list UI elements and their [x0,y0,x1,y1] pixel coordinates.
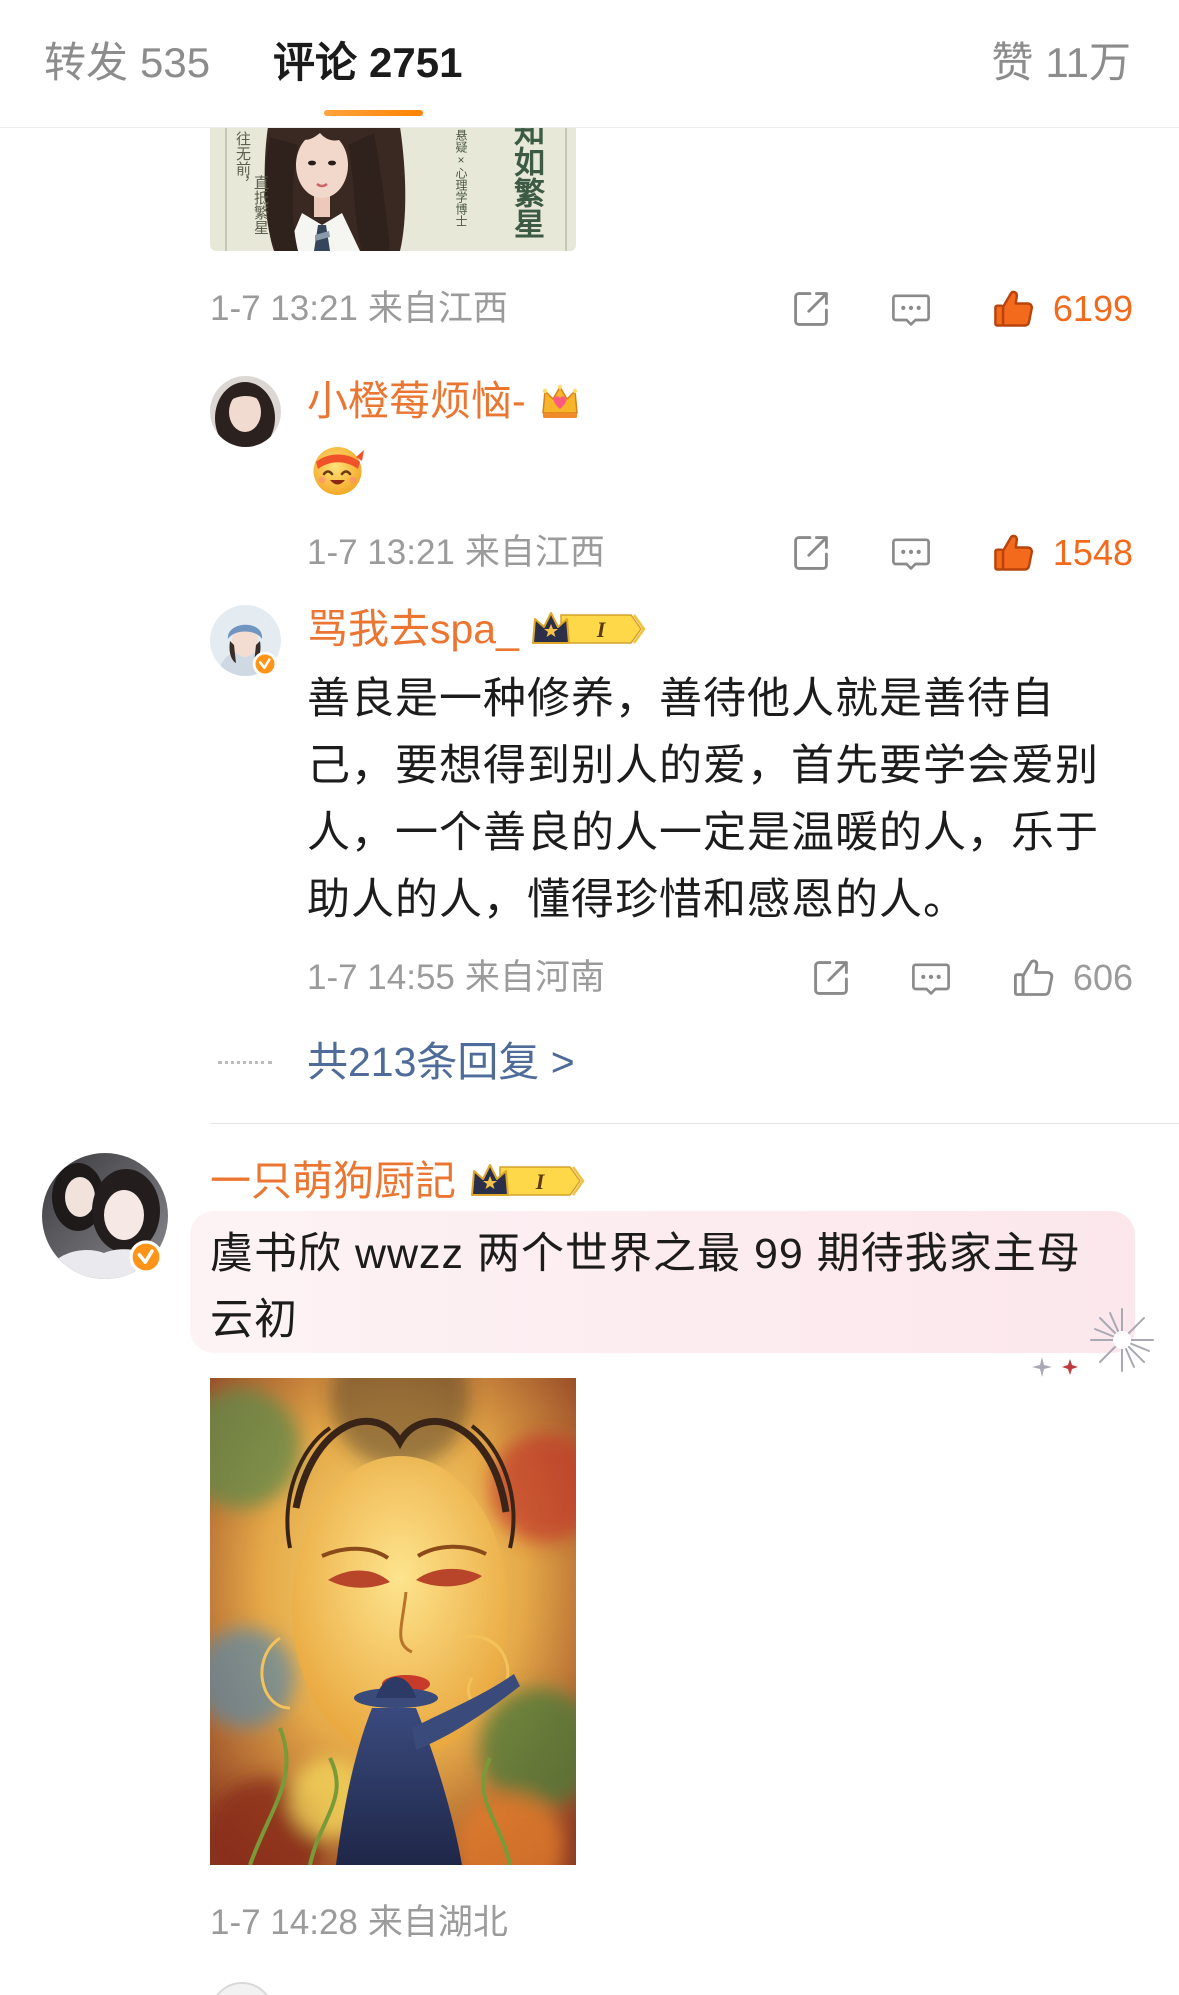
post-actions: 6199 [789,287,1133,331]
thumbs-up-icon [991,531,1035,575]
post-time: 1-7 13:21 [210,289,358,328]
cover-title: 知如繁星 [509,127,544,239]
post-location: 来自江西 [367,289,508,328]
reply-time: 1-7 13:21 [307,533,455,572]
reply-content-line: 善良是一种修养，善待他人就是善待自 [307,675,1055,723]
reply-meta: 1-7 14:55 来自河南 [307,956,605,1000]
reply-content-line: 助人的人，懂得珍惜和感恩的人。 [307,876,967,924]
username[interactable]: 小橙莓烦恼- [307,377,526,425]
comment-icon[interactable] [909,956,953,1000]
tab-comments-label: 评论 [273,39,358,86]
tab-reposts[interactable]: 转发 535 [44,36,210,90]
share-icon[interactable] [809,956,853,1000]
reply-actions: 1548 [789,531,1133,575]
thumbs-up-icon [991,287,1035,331]
cover-tagline-2: 直抵繁星 [252,175,269,235]
verified-badge-icon [252,651,278,677]
reply-meta: 1-7 13:21 来自江西 [307,531,605,575]
comment-icon[interactable] [889,287,933,331]
sparkle-decoration-icon [1032,1308,1154,1377]
comment-tabs-header: 转发 535 评论 2751 赞 11万 [0,0,1179,128]
avatar[interactable] [42,1153,168,1279]
crown-heart-badge[interactable] [538,381,582,421]
tab-likes-label: 赞 [991,39,1034,86]
tab-reposts-count: 535 [140,39,211,86]
next-comment-avatar-edge [210,1982,274,1995]
comment-divider [210,1123,1179,1124]
reply-content-line: 人，一个善良的人一定是温暖的人，乐于 [307,809,1099,857]
thumbs-up-icon [1011,956,1055,1000]
like-button[interactable]: 1548 [991,531,1133,575]
post-meta: 1-7 13:21 来自江西 [210,287,508,331]
reply-dots-divider [218,1061,272,1064]
painting-image[interactable] [210,1378,576,1865]
comment-icon[interactable] [889,531,933,575]
like-count: 6199 [1052,288,1133,329]
like-count: 606 [1072,957,1133,998]
grinning-headband-emoji [313,447,364,495]
reply-location: 来自河南 [464,958,605,997]
comment-content: 虞书欣 wwzz 两个世界之最 99 期待我家主母 云初 [210,1221,1081,1353]
reply-author: 骂我去spa_ I [307,605,648,653]
verified-badge-icon [129,1240,163,1274]
reply-content-line: 己，要想得到别人的爱，首先要学会爱别 [307,742,1099,790]
comment-meta: 1-7 14:28 来自湖北 [210,1901,508,1945]
share-icon[interactable] [789,531,833,575]
comment-location: 来自湖北 [367,1903,508,1942]
like-button[interactable]: 6199 [991,287,1133,331]
book-cover-image[interactable]: 往无前， 直抵繁星 悬疑×心理学博士 知如繁星 [210,127,576,251]
tab-comments[interactable]: 评论 2751 [273,36,462,90]
like-count: 1548 [1052,532,1133,573]
badge-level: I [535,1169,546,1194]
active-tab-indicator [324,110,423,116]
badge-level: I [596,617,607,642]
reply-actions: 606 [809,956,1133,1000]
cover-genre: 悬疑×心理学博士 [454,129,468,227]
comment-author: 一只萌狗厨記 I [210,1157,587,1205]
like-button[interactable]: 606 [1011,956,1133,1000]
reply-time: 1-7 14:55 [307,958,455,997]
tab-likes-count: 11万 [1045,39,1131,86]
tab-reposts-label: 转发 [44,39,129,86]
tab-comments-count: 2751 [369,39,463,86]
comment-time: 1-7 14:28 [210,1903,358,1942]
crown-level-badge[interactable]: I [531,609,648,649]
reply-author: 小橙莓烦恼- [307,377,582,425]
avatar[interactable] [210,605,281,677]
comment-content-line: 云初 [210,1296,298,1344]
reply-location: 来自江西 [464,533,605,572]
share-icon[interactable] [789,287,833,331]
username[interactable]: 一只萌狗厨記 [210,1157,456,1205]
avatar[interactable] [210,376,281,447]
comment-content-line: 虞书欣 wwzz 两个世界之最 99 期待我家主母 [210,1230,1081,1278]
username[interactable]: 骂我去spa_ [307,605,519,653]
reply-content: 善良是一种修养，善待他人就是善待自 己，要想得到别人的爱，首先要学会爱别 人，一… [307,666,1099,934]
crown-level-badge[interactable]: I [470,1161,587,1201]
painting-illustration [210,1378,576,1865]
view-more-replies-link[interactable]: 共213条回复 > [307,1038,575,1086]
tab-likes[interactable]: 赞 11万 [991,36,1131,90]
